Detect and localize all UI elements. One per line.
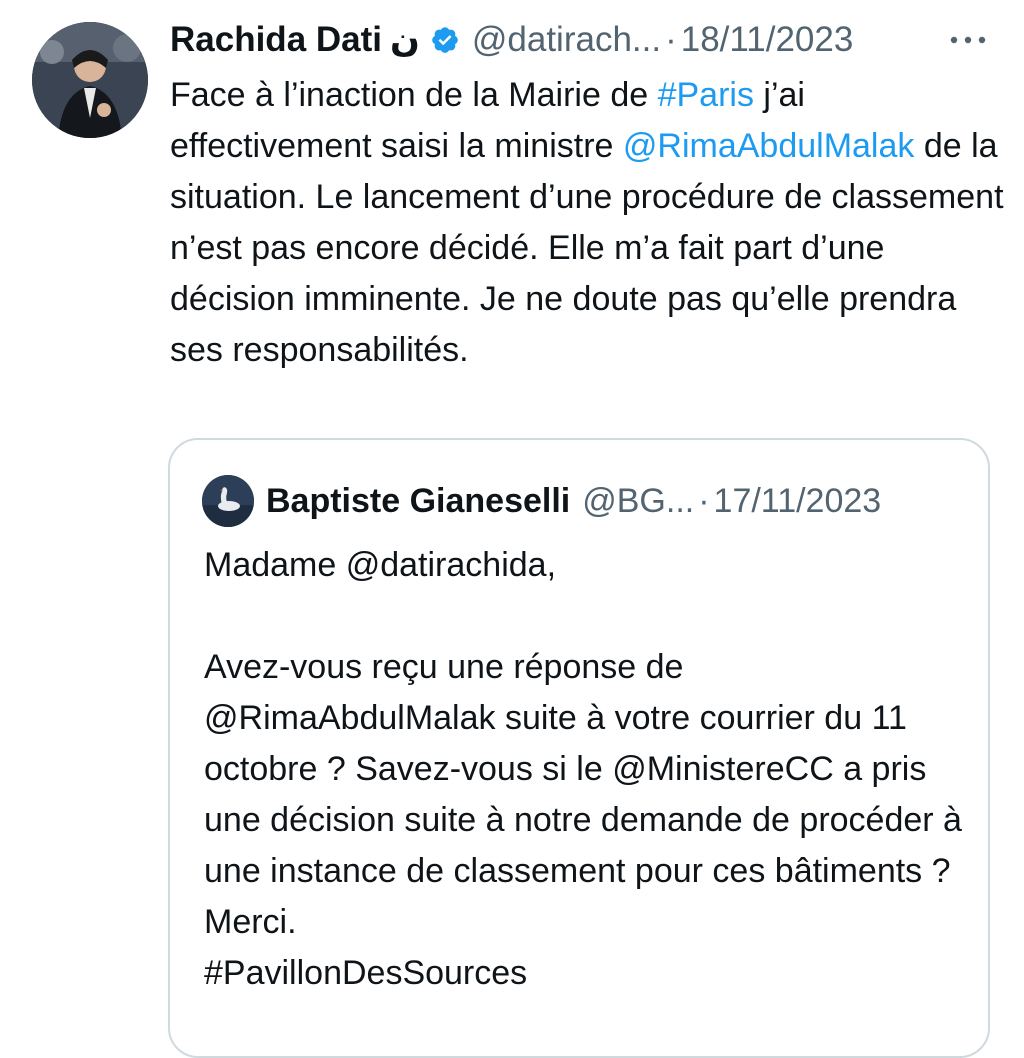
author-handle[interactable]: @datirach... [472, 18, 661, 62]
author-name-suffix: ن [390, 20, 420, 59]
tweet-date[interactable]: 18/11/2023 [681, 18, 854, 62]
quoted-tweet-header: Baptiste Gianeselli @BG... · 17/11/2023 [202, 475, 882, 527]
quoted-tweet-card[interactable]: Baptiste Gianeselli @BG... · 17/11/2023 … [168, 438, 990, 1058]
quoted-author-handle[interactable]: @BG... [582, 482, 694, 521]
quoted-body-line-1: Madame @datirachida, [204, 546, 557, 584]
quoted-body-hashtag: #PavillonDesSources [204, 954, 528, 992]
tweet-header: Rachida Dati ن @datirach... · 18/11/2023 [170, 18, 853, 62]
quoted-tweet-body: Madame @datirachida, Avez-vous reçu une … [204, 540, 974, 999]
quoted-author-name[interactable]: Baptiste Gianeselli [266, 482, 570, 521]
quoted-body-paragraph-2: Avez-vous reçu une réponse de @RimaAbdul… [204, 648, 962, 941]
quoted-tweet-date[interactable]: 17/11/2023 [714, 482, 882, 521]
tweet-body-text-1: Face à l’inaction de la Mairie de [170, 76, 658, 114]
avatar-photo [32, 22, 148, 138]
quoted-author-avatar[interactable] [202, 475, 254, 527]
author-avatar[interactable] [32, 22, 148, 138]
mention-rima-link[interactable]: @RimaAbdulMalak [623, 127, 915, 165]
hashtag-paris-link[interactable]: #Paris [658, 76, 754, 114]
more-options-icon[interactable] [946, 28, 990, 52]
header-separator: · [665, 20, 677, 59]
tweet-body: Face à l’inaction de la Mairie de #Paris… [170, 70, 1010, 376]
verified-badge-icon [430, 25, 460, 55]
quoted-header-separator: · [698, 481, 710, 520]
author-name[interactable]: Rachida Dati [170, 18, 382, 62]
